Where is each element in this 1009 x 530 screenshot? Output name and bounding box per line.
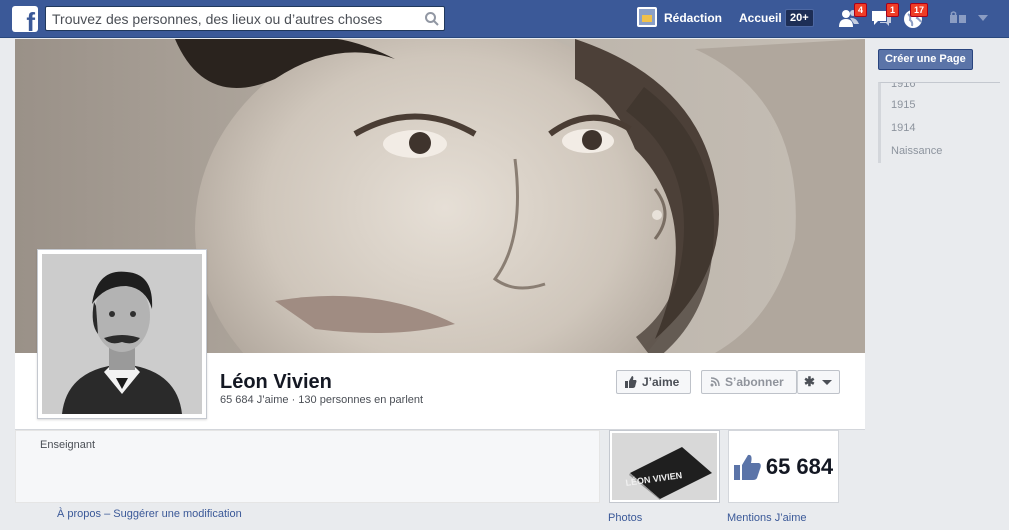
link-separator: – <box>104 508 114 520</box>
search-box <box>45 6 445 31</box>
photos-thumbnail[interactable]: LÉON VIVIEN <box>609 430 720 503</box>
like-button[interactable]: J’aime <box>616 370 691 394</box>
like-button-label: J’aime <box>642 375 680 389</box>
page-stats: 65 684 J’aime · 130 personnes en parlent <box>220 394 423 406</box>
rss-icon <box>710 377 720 387</box>
profile-picture[interactable] <box>37 249 207 419</box>
book-cover-image: LÉON VIVIEN <box>612 433 717 500</box>
like-thumb-icon <box>733 454 761 480</box>
page-title: Léon Vivien <box>220 371 332 393</box>
about-links: À propos – Suggérer une modification <box>57 508 242 520</box>
timeline-year-1914[interactable]: 1914 <box>878 117 1000 140</box>
subscribe-button[interactable]: S’abonner <box>701 370 797 394</box>
page-options-button[interactable]: ✱ <box>797 370 840 394</box>
about-link[interactable]: À propos <box>57 508 101 520</box>
likes-count-text: 65 684 J’aime <box>220 394 289 406</box>
notifications-jewel[interactable]: 17 <box>902 3 929 31</box>
gear-icon: ✱ <box>804 374 815 389</box>
privacy-shortcuts-icon[interactable] <box>950 11 966 23</box>
create-page-button[interactable]: Créer une Page <box>878 49 973 70</box>
timeline-year-1915[interactable]: 1915 <box>878 94 1000 117</box>
right-rail: Créer une Page 1916 1915 1914 Naissance <box>865 39 1009 530</box>
notifications-badge: 17 <box>910 3 929 17</box>
messages-jewel[interactable]: 1 <box>870 3 900 31</box>
chevron-down-icon <box>821 379 832 385</box>
profile-portrait-image <box>42 254 202 414</box>
home-link[interactable]: Accueil <box>739 11 782 25</box>
suggest-edit-link[interactable]: Suggérer une modification <box>113 508 241 520</box>
likes-label[interactable]: Mentions J’aime <box>727 512 806 524</box>
photos-label[interactable]: Photos <box>608 512 642 524</box>
timeline-year-clipped[interactable]: 1916 <box>878 82 1000 94</box>
talking-about-text: 130 personnes en parlent <box>298 394 424 406</box>
profile-avatar-icon[interactable] <box>637 7 657 27</box>
friend-requests-badge: 4 <box>854 3 868 17</box>
page-info-box: Enseignant <box>15 430 600 503</box>
account-menu-chevron-down-icon[interactable] <box>978 15 988 21</box>
page-category: Enseignant <box>40 439 96 451</box>
likes-summary-box[interactable]: 65 684 <box>728 430 839 503</box>
subscribe-button-label: S’abonner <box>725 375 784 389</box>
search-input[interactable] <box>52 10 412 28</box>
redaction-link[interactable]: Rédaction <box>664 11 722 25</box>
friend-requests-jewel[interactable]: 4 <box>838 3 868 31</box>
top-navigation-bar: f Rédaction Accueil 20+ 4 1 17 <box>0 0 1009 38</box>
search-icon[interactable] <box>424 11 440 27</box>
messages-badge: 1 <box>886 3 900 17</box>
likes-big-count: 65 684 <box>765 453 834 479</box>
home-count-badge: 20+ <box>785 9 814 27</box>
timeline-year-nav: 1916 1915 1914 Naissance <box>878 82 1000 163</box>
facebook-logo[interactable]: f <box>12 6 38 37</box>
logo-letter: f <box>26 7 35 37</box>
timeline-birth[interactable]: Naissance <box>878 140 1000 163</box>
thumbs-up-icon <box>625 376 637 388</box>
page-main-column: Léon Vivien 65 684 J’aime · 130 personne… <box>15 39 865 530</box>
